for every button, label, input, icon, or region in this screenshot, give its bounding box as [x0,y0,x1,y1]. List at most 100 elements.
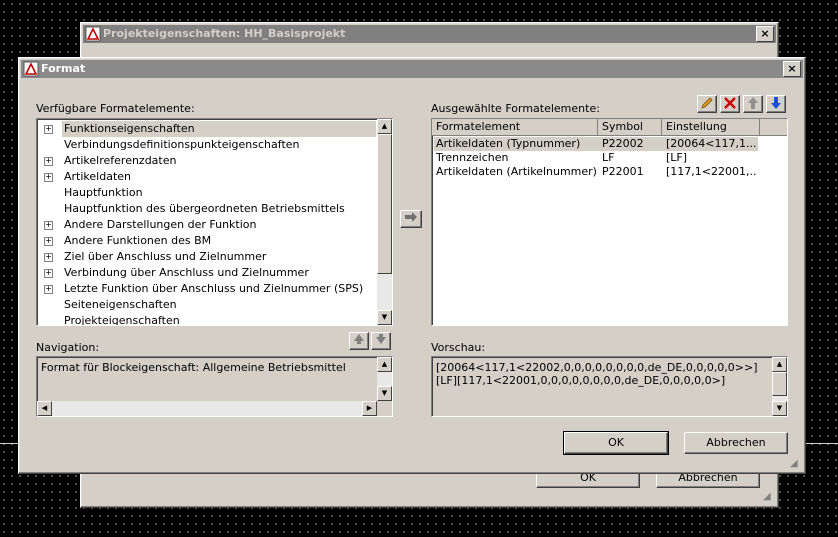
delete-x-icon [724,97,736,109]
column-header-filler [760,119,787,136]
expand-plus-icon[interactable]: + [44,253,53,262]
table-row[interactable]: Artikeldaten (Artikelnummer) P22001 [117,1… [434,165,758,179]
add-element-button[interactable] [400,210,422,228]
table-cell-symbol: P22002 [602,137,644,150]
expand-plus-icon[interactable]: + [44,237,53,246]
available-elements-label: Verfügbare Formatelemente: [36,102,195,115]
table-cell-symbol: LF [602,151,615,164]
table-row[interactable]: Trennzeichen LF [LF] [434,151,758,165]
nav-up-icon [354,334,364,344]
scroll-up-icon[interactable]: ▲ [772,357,787,372]
scroll-right-icon[interactable]: ▶ [362,401,377,416]
preview-text: [20064<117,1<22002,0,0,0,0,0,0,0,0,de_DE… [436,361,758,387]
move-down-button[interactable] [766,95,786,113]
preview-label: Vorschau: [431,341,486,354]
tree-item[interactable]: Hauptfunktion des übergeordneten Betrieb… [39,201,376,217]
pencil-icon [701,97,713,109]
move-up-button[interactable] [743,95,763,113]
format-dialog-title: Format [41,62,86,75]
arrow-right-icon [405,212,417,222]
table-row[interactable]: Artikeldaten (Typnummer) P22002 [20064<117… [434,137,758,151]
tree-item[interactable]: Verbindungsdefinitionspunkteigenschaften [39,137,376,153]
navigation-vertical-scrollbar[interactable]: ▲ ▼ [377,357,392,401]
tree-item[interactable]: + Verbindung über Anschluss und Zielnumme… [39,265,376,281]
scroll-up-icon[interactable]: ▲ [377,119,392,134]
tree-item[interactable]: + Ziel über Anschluss und Zielnummer [39,249,376,265]
selected-elements-label: Ausgewählte Formatelemente: [431,102,600,115]
tree-item[interactable]: Hauptfunktion [39,185,376,201]
column-header-einstellung[interactable]: Einstellung [662,119,760,136]
ok-button[interactable]: OK [563,431,669,455]
expand-plus-icon[interactable]: + [44,173,53,182]
preview-scroll-thumb[interactable] [772,372,787,396]
scroll-down-icon[interactable]: ▼ [377,386,392,401]
tree-item-label: Artikeldaten [64,170,131,183]
format-titlebar: Format × [21,60,803,78]
navigation-horizontal-scrollbar[interactable]: ◀ ▶ [37,401,377,416]
tree-item-label: Hauptfunktion [64,186,143,199]
edit-element-button[interactable] [697,95,717,113]
expand-plus-icon[interactable]: + [44,157,53,166]
tree-item[interactable]: + Artikeldaten [39,169,376,185]
tree-item-label: Andere Darstellungen der Funktion [64,218,257,231]
tree-items: + Funktionseigenschaften Verbindungsdefini… [39,121,376,325]
scroll-left-icon[interactable]: ◀ [37,401,52,416]
tree-item-label: Hauptfunktion des übergeordneten Betrieb… [64,202,345,215]
navigation-label: Navigation: [36,341,100,354]
tree-item-label: Verbindungsdefinitionspunkteigenschaften [64,138,300,151]
tree-item[interactable]: + Funktionseigenschaften [39,121,376,137]
cancel-button[interactable]: Abbrechen [684,432,788,454]
scroll-up-icon[interactable]: ▲ [377,357,392,372]
tree-item-label: Ziel über Anschluss und Zielnummer [64,250,267,263]
delete-element-button[interactable] [720,95,740,113]
tree-item-label: Artikelreferenzdaten [64,154,177,167]
table-cell-element: Artikeldaten (Artikelnummer) [436,165,596,178]
available-elements-tree[interactable]: + Funktionseigenschaften Verbindungsdefini… [36,118,393,326]
table-rows: Artikeldaten (Typnummer) P22002 [20064<117… [432,137,787,325]
table-cell-setting: [117,1<22001,... [666,165,756,178]
nav-down-button[interactable] [371,332,391,350]
tree-item[interactable]: + Letzte Funktion über Anschluss und Ziel… [39,281,376,297]
navigation-box: Format für Blockeigenschaft: Allgemeine … [36,356,393,417]
expand-plus-icon[interactable]: + [44,285,53,294]
tree-item-label: Projekteigenschaften [64,314,180,326]
format-close-button[interactable]: × [783,61,801,77]
resize-grip[interactable]: ◢ [790,458,802,470]
expand-plus-icon[interactable]: + [44,221,53,230]
scroll-down-icon[interactable]: ▼ [377,310,392,325]
tree-item[interactable]: + Artikelreferenzdaten [39,153,376,169]
expand-plus-icon[interactable]: + [44,125,53,134]
arrow-down-icon [771,97,781,109]
tree-item[interactable]: + Andere Darstellungen der Funktion [39,217,376,233]
selected-elements-table[interactable]: Formatelement Symbol Einstellung Artikel… [431,118,788,326]
table-cell-element: Trennzeichen [436,151,509,164]
tree-item[interactable]: Seiteneigenschaften [39,297,376,313]
table-cell-element: Artikeldaten (Typnummer) [436,137,581,150]
expand-plus-icon[interactable]: + [44,269,53,278]
table-cell-setting: [20064<117,1... [666,137,756,150]
background-window-title: Projekteigenschaften: HH_Basisprojekt [103,27,346,40]
background-close-button[interactable]: × [756,26,774,42]
format-dialog: Format × Verfügbare Formatelemente: + Fun… [18,57,806,474]
tree-item[interactable]: Projekteigenschaften [39,313,376,326]
tree-item-label: Andere Funktionen des BM [64,234,212,247]
navigation-text: Format für Blockeigenschaft: Allgemeine … [41,361,346,374]
preview-vertical-scrollbar[interactable]: ▲ ▼ [772,357,787,416]
table-cell-symbol: P22001 [602,165,644,178]
background-resize-grip[interactable]: ◢ [763,491,775,503]
tree-item[interactable]: + Andere Funktionen des BM [39,233,376,249]
column-header-symbol[interactable]: Symbol [598,119,662,136]
preview-box: [20064<117,1<22002,0,0,0,0,0,0,0,0,de_DE… [431,356,788,417]
tree-item-label: Seiteneigenschaften [64,298,177,311]
tree-scroll-thumb[interactable] [377,134,392,274]
nav-down-icon [376,334,386,344]
app-logo-icon [23,61,39,77]
column-header-formatelement[interactable]: Formatelement [432,119,598,136]
app-logo-icon [85,26,101,42]
tree-item-label: Verbindung über Anschluss und Zielnummer [64,266,309,279]
table-cell-setting: [LF] [666,151,688,164]
scroll-down-icon[interactable]: ▼ [772,401,787,416]
tree-vertical-scrollbar[interactable]: ▲ ▼ [377,119,392,325]
tree-item-label: Funktionseigenschaften [62,121,376,137]
nav-up-button[interactable] [349,332,369,350]
